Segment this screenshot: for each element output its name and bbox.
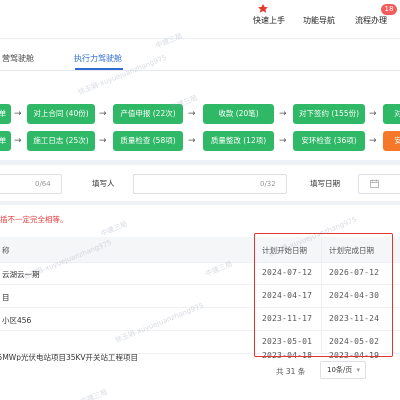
total-count: 共 31 条 — [276, 367, 306, 376]
arrow-right-icon: → — [369, 109, 377, 119]
arrow-right-icon: → — [369, 136, 377, 146]
flow-node-quality-check[interactable]: 质量检查 (58项) — [113, 131, 183, 151]
flow-node-safety-check[interactable]: 安环检查 (36项) — [293, 131, 365, 151]
arrow-right-icon: → — [188, 109, 196, 119]
notification-badge[interactable]: 18 — [381, 4, 397, 15]
arrow-right-icon: → — [188, 136, 196, 146]
col-header-name[interactable]: 称 — [2, 245, 10, 256]
cockpit-tabs: 营驾驶舱 执行力驾驶舱 — [0, 38, 400, 70]
calendar-icon[interactable] — [370, 179, 379, 188]
flow-node-lower-contract[interactable]: 对下签约 (155份) — [293, 104, 365, 124]
char-counter: 0/32 — [260, 180, 276, 188]
warning-notice: 插不一定完全相等。 — [0, 215, 68, 224]
fill-date-input[interactable] — [358, 174, 400, 194]
table-header: 称 计划开始日期 计划完成日期 — [0, 237, 400, 263]
filter-form: 0/64 填写人 0/32 填写日期 — [0, 165, 400, 201]
arrow-right-icon: → — [279, 136, 287, 146]
arrow-right-icon: → — [99, 136, 107, 146]
flow-node-safety[interactable]: 安 — [383, 131, 400, 151]
arrow-right-icon: → — [14, 136, 22, 146]
flow-node-quality-rectify[interactable]: 质量整改 (12项) — [203, 131, 274, 151]
flow-node[interactable]: 对 — [383, 104, 400, 124]
arrow-right-icon: → — [14, 109, 22, 119]
feature-nav-link[interactable]: 功能导航 — [303, 15, 335, 26]
filler-label: 填写人 — [92, 179, 115, 188]
table-row[interactable]: 小区456 2023-11-17 2023-11-24 — [0, 309, 400, 331]
col-header-end-date[interactable]: 计划完成日期 — [329, 245, 374, 256]
flow-node-upper-contract[interactable]: 对上合同 (40份) — [27, 104, 95, 124]
tab-execution-cockpit[interactable]: 执行力驾驶舱 — [74, 53, 122, 64]
cell-project-name: 目 — [2, 293, 10, 302]
flow-node-collection[interactable]: 收款 (20笔) — [203, 104, 274, 124]
cell-start-date: 2023-11-17 — [262, 314, 313, 323]
cell-end-date: 2026-07-12 — [329, 268, 380, 277]
top-header: 快速上手 功能导航 流程办理 18 — [0, 0, 400, 38]
tab-operation-cockpit[interactable]: 营驾驶舱 — [2, 53, 34, 64]
cell-start-date: 2023-04-18 — [262, 351, 313, 360]
hot-logo-icon — [258, 4, 268, 13]
cell-project-name: 云湖云一期 — [2, 270, 40, 279]
fill-date-label: 填写日期 — [310, 179, 340, 188]
flow-node[interactable]: 单 — [0, 131, 11, 151]
flow-panel: 单 → 对上合同 (40份) → 产值申报 (22次) → 收款 (20笔) →… — [0, 70, 400, 160]
table-row[interactable]: 云湖云一期 2024-07-12 2026-07-12 — [0, 263, 400, 285]
char-counter: 0/64 — [35, 180, 51, 188]
cell-start-date: 2024-07-12 — [262, 268, 313, 277]
cell-end-date: 2023-11-24 — [329, 314, 380, 323]
filler-input[interactable]: 0/32 — [133, 174, 287, 194]
flow-node[interactable]: 单 — [0, 104, 11, 124]
arrow-right-icon: → — [279, 109, 287, 119]
table-row[interactable]: 目 2024-04-17 2024-04-30 — [0, 286, 400, 308]
flow-node-output-report[interactable]: 产值申报 (22次) — [113, 104, 183, 124]
filter-input-1[interactable]: 0/64 — [0, 174, 62, 194]
cell-end-date: 2024-04-30 — [329, 291, 380, 300]
cell-end-date: 2023-04-19 — [329, 351, 380, 360]
cell-start-date: 2023-05-01 — [262, 337, 313, 346]
chevron-down-icon: ▾ — [356, 366, 360, 374]
cell-project-name: 765MWp光伏电站项目35KV开关站工程项目 — [0, 353, 139, 361]
quick-start-link[interactable]: 快速上手 — [253, 15, 285, 26]
arrow-right-icon: → — [99, 109, 107, 119]
page-size-select[interactable]: 10条/页 ▾ — [320, 361, 366, 379]
flow-node-construction-log[interactable]: 施工日志 (25次) — [27, 131, 95, 151]
table-row[interactable]: 765MWp光伏电站项目35KV开关站工程项目 2023-04-18 2023-… — [0, 351, 400, 361]
cell-end-date: 2024-05-02 — [329, 337, 380, 346]
page-size-value: 10条/页 — [327, 366, 353, 374]
col-header-start-date[interactable]: 计划开始日期 — [262, 245, 307, 256]
process-handle-link[interactable]: 流程办理 — [355, 15, 387, 26]
cell-project-name: 小区456 — [2, 316, 32, 325]
cell-start-date: 2024-04-17 — [262, 291, 313, 300]
